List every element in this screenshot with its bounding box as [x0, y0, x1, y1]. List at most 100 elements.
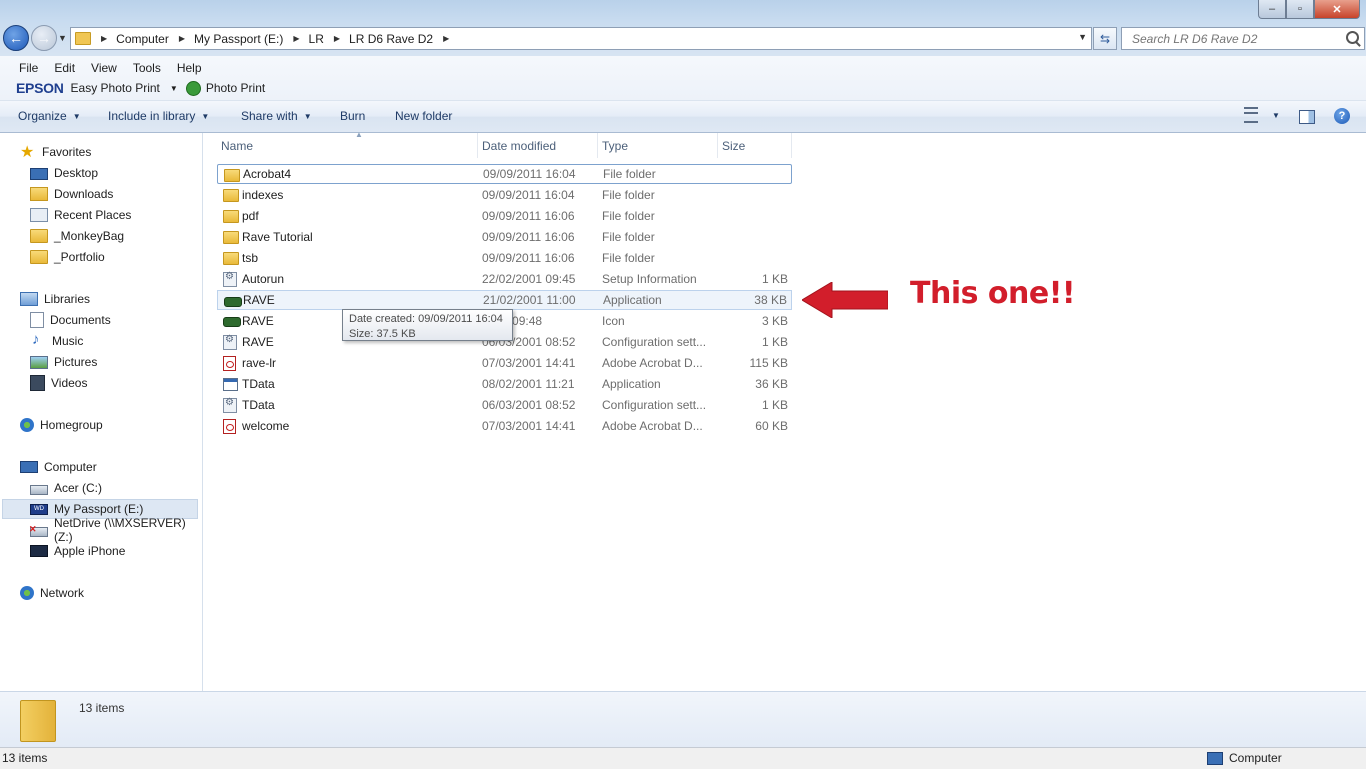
file-row[interactable]: TData 06/03/2001 08:52 Configuration set…: [217, 395, 792, 415]
minimize-button[interactable]: –: [1258, 0, 1286, 19]
file-size: 38 KB: [754, 293, 787, 307]
address-bar[interactable]: ▶ Computer ▶ My Passport (E:) ▶ LR ▶ LR …: [70, 27, 1092, 50]
file-row[interactable]: TData 08/02/2001 11:21 Application 36 KB: [217, 374, 792, 394]
search-box[interactable]: [1121, 27, 1365, 50]
folder-icon: [75, 32, 91, 45]
file-row[interactable]: rave-lr 07/03/2001 14:41 Adobe Acrobat D…: [217, 353, 792, 373]
nav-homegroup[interactable]: Homegroup: [20, 415, 103, 435]
nav-documents[interactable]: Documents: [30, 310, 111, 330]
nav-label: Recent Places: [54, 208, 132, 222]
column-header-type[interactable]: Type: [598, 133, 718, 158]
nav-downloads[interactable]: Downloads: [30, 184, 113, 204]
file-row[interactable]: Acrobat4 09/09/2011 16:04 File folder: [217, 164, 792, 184]
details-pane: 13 items: [0, 691, 1366, 747]
include-in-library-button[interactable]: Include in library ▼: [108, 109, 209, 123]
file-type: Adobe Acrobat D...: [602, 419, 703, 433]
network-icon: [20, 586, 34, 600]
nav-netdrive[interactable]: NetDrive (\\MXSERVER) (Z:): [29, 516, 202, 544]
file-row[interactable]: Rave Tutorial 09/09/2011 16:06 File fold…: [217, 227, 792, 247]
file-row[interactable]: Autorun 22/02/2001 09:45 Setup Informati…: [217, 269, 792, 289]
burn-button[interactable]: Burn: [340, 109, 365, 123]
details-item-count: 13 items: [79, 701, 125, 715]
nav-label: Apple iPhone: [54, 544, 126, 558]
menu-edit[interactable]: Edit: [46, 60, 83, 76]
preview-pane-button[interactable]: [1299, 110, 1315, 124]
file-row[interactable]: RAVE 21/02/2001 11:00 Application 38 KB: [217, 290, 792, 310]
homegroup-icon: [20, 418, 34, 432]
nav-portfolio[interactable]: _Portfolio: [30, 247, 105, 267]
folder-icon: [224, 169, 240, 182]
file-row[interactable]: indexes 09/09/2011 16:04 File folder: [217, 185, 792, 205]
search-input[interactable]: [1130, 30, 1344, 47]
downloads-icon: [30, 187, 48, 201]
nav-computer[interactable]: Computer: [20, 457, 97, 477]
close-button[interactable]: ✕: [1314, 0, 1360, 19]
pdf-icon: [223, 419, 236, 434]
nav-acer-c[interactable]: Acer (C:): [30, 478, 102, 498]
new-folder-button[interactable]: New folder: [395, 109, 452, 123]
file-row[interactable]: tsb 09/09/2011 16:06 File folder: [217, 248, 792, 268]
nav-pictures[interactable]: Pictures: [30, 352, 97, 372]
nav-recent-places[interactable]: Recent Places: [30, 205, 131, 225]
nav-favorites[interactable]: Favorites: [20, 142, 91, 162]
nav-libraries[interactable]: Libraries: [20, 289, 90, 309]
file-size: 1 KB: [761, 398, 788, 412]
change-view-button[interactable]: ▼: [1244, 107, 1280, 123]
nav-desktop[interactable]: Desktop: [30, 163, 98, 183]
file-type: Icon: [602, 314, 625, 328]
window-controls: – ▫ ✕: [1258, 0, 1360, 19]
menu-view[interactable]: View: [83, 60, 125, 76]
file-date: 07/03/2001 14:41: [482, 419, 576, 433]
search-icon[interactable]: [1346, 31, 1359, 44]
nav-label: Computer: [44, 460, 97, 474]
help-button[interactable]: ?: [1334, 108, 1350, 124]
column-header-date-modified[interactable]: Date modified: [478, 133, 598, 158]
chevron-right-icon[interactable]: ▶: [101, 34, 107, 43]
pdf-icon: [223, 356, 236, 371]
nav-videos[interactable]: Videos: [30, 373, 87, 393]
file-date: 06/03/2001 08:52: [482, 398, 576, 412]
nav-music[interactable]: Music: [30, 331, 83, 351]
file-row[interactable]: welcome 07/03/2001 14:41 Adobe Acrobat D…: [217, 416, 792, 436]
nav-label: _MonkeyBag: [54, 229, 125, 243]
chevron-right-icon[interactable]: ▶: [334, 34, 340, 43]
organize-button[interactable]: Organize ▼: [18, 109, 81, 123]
forward-button[interactable]: →: [31, 25, 57, 51]
photo-print-button[interactable]: Photo Print: [206, 81, 265, 95]
column-header-size[interactable]: Size: [718, 133, 792, 158]
recent-pages-dropdown[interactable]: ▼: [58, 33, 67, 43]
chevron-right-icon[interactable]: ▶: [443, 34, 449, 43]
column-label: Size: [722, 138, 746, 153]
nav-network[interactable]: Network: [20, 583, 84, 603]
menu-tools[interactable]: Tools: [125, 60, 169, 76]
file-date: 09/09/2011 16:06: [482, 230, 575, 244]
nav-label: My Passport (E:): [54, 502, 144, 516]
file-list: Name ▲ Date modified Type Size Acrobat4 …: [203, 130, 1366, 691]
file-row[interactable]: pdf 09/09/2011 16:06 File folder: [217, 206, 792, 226]
nav-label: Homegroup: [40, 418, 103, 432]
back-button[interactable]: ←: [3, 25, 29, 51]
breadcrumb-lr[interactable]: LR: [309, 32, 324, 46]
setup-file-icon: [223, 271, 237, 287]
breadcrumb-lr-d6-rave-d2[interactable]: LR D6 Rave D2: [349, 32, 433, 46]
file-date: 09/09/2011 16:06: [482, 251, 575, 265]
help-icon: ?: [1334, 108, 1350, 124]
column-header-name[interactable]: Name ▲: [217, 130, 478, 158]
chevron-down-icon: ▼: [303, 111, 312, 121]
refresh-button[interactable]: ⇆: [1093, 27, 1117, 50]
chevron-down-icon[interactable]: ▼: [170, 84, 178, 93]
easy-photo-print-button[interactable]: Easy Photo Print: [71, 81, 160, 95]
maximize-button[interactable]: ▫: [1286, 0, 1314, 19]
chevron-right-icon[interactable]: ▶: [179, 34, 185, 43]
chevron-down-icon: ▼: [72, 111, 81, 121]
nav-monkeybag[interactable]: _MonkeyBag: [30, 226, 124, 246]
breadcrumb-my-passport[interactable]: My Passport (E:): [194, 32, 283, 46]
status-bar: 13 items Computer: [0, 747, 1366, 769]
nav-apple-iphone[interactable]: Apple iPhone: [30, 541, 125, 561]
menu-file[interactable]: File: [11, 60, 46, 76]
breadcrumb-computer[interactable]: Computer: [116, 32, 169, 46]
chevron-right-icon[interactable]: ▶: [293, 34, 299, 43]
share-with-button[interactable]: Share with ▼: [241, 109, 312, 123]
address-dropdown[interactable]: ▼: [1078, 32, 1087, 42]
menu-help[interactable]: Help: [169, 60, 210, 76]
